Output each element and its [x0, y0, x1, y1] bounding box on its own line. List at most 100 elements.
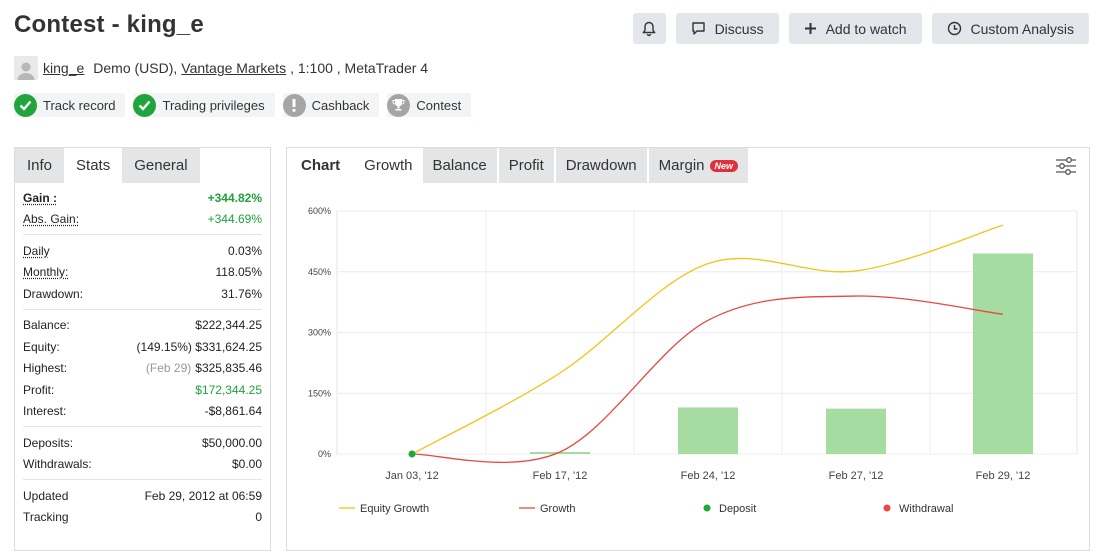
account-leverage-platform: , 1:100 , MetaTrader 4	[290, 60, 429, 76]
legend-item[interactable]: Withdrawal	[883, 503, 954, 515]
custom-analysis-label: Custom Analysis	[970, 20, 1074, 37]
user-link[interactable]: king_e	[43, 60, 84, 76]
badge-cashback[interactable]: Cashback	[282, 93, 380, 117]
stat-label[interactable]: Abs. Gain:	[23, 212, 79, 226]
tab-profit[interactable]: Profit	[498, 148, 554, 183]
tab-general[interactable]: General	[122, 148, 200, 183]
x-tick-label: Feb 27, '12	[829, 470, 884, 482]
clock-icon	[947, 21, 961, 36]
stat-value: $172,344.25	[195, 382, 262, 397]
stat-value: +344.69%	[207, 212, 262, 227]
chart-bar[interactable]	[826, 408, 886, 454]
badge-contest[interactable]: Contest	[387, 93, 472, 117]
y-axis: 0% 150% 300% 450% 600%	[308, 206, 331, 459]
tab-margin[interactable]: Margin New	[648, 148, 749, 183]
stat-label: Interest:	[23, 404, 67, 419]
x-axis: Jan 03, '12 Feb 17, '12 Feb 24, '12 Feb 27,…	[385, 470, 1030, 482]
y-tick-label: 300%	[308, 328, 331, 338]
avatar[interactable]	[14, 56, 38, 80]
stat-label: Balance:	[23, 318, 70, 333]
tab-info[interactable]: Info	[15, 148, 65, 183]
legend-item[interactable]: Growth	[519, 503, 575, 515]
legend-label: Withdrawal	[899, 503, 953, 515]
badge-track-record[interactable]: Track record	[14, 93, 126, 117]
stat-value: $222,344.25	[195, 318, 262, 333]
broker-link[interactable]: Vantage Markets	[181, 60, 286, 76]
stats-panel: Info Stats General Gain : +344.82% Abs. G…	[14, 147, 271, 551]
trophy-icon	[387, 93, 411, 117]
legend-item[interactable]: Deposit	[703, 503, 757, 515]
stat-value-group: (149.15%) $331,624.25	[137, 340, 262, 354]
stat-label: Highest:	[23, 361, 68, 376]
x-tick-label: Feb 24, '12	[681, 470, 736, 482]
notifications-button[interactable]	[632, 13, 666, 44]
add-to-watch-button[interactable]: Add to watch	[788, 13, 922, 44]
divider	[23, 426, 262, 427]
stat-monthly: Monthly: 118.05%	[23, 262, 262, 284]
new-badge: New	[709, 159, 739, 172]
stat-value: 0	[255, 510, 262, 525]
add-to-watch-label: Add to watch	[825, 20, 907, 37]
y-tick-label: 0%	[318, 449, 331, 459]
stat-balance: Balance: $222,344.25	[23, 315, 262, 337]
tab-growth[interactable]: Growth	[354, 148, 423, 183]
divider	[23, 234, 262, 235]
legend-label: Deposit	[719, 503, 756, 515]
badge-label: Contest	[416, 97, 462, 113]
top-actions: Discuss Add to watch Custom Analysis	[632, 13, 1089, 44]
stat-label[interactable]: Daily	[23, 244, 50, 258]
chart-panel: Chart Growth Balance Profit Drawdown Mar…	[286, 147, 1090, 551]
stat-interest: Interest: -$8,861.64	[23, 401, 262, 423]
legend-label: Growth	[540, 503, 575, 515]
chart-bar[interactable]	[678, 407, 738, 454]
stat-drawdown: Drawdown: 31.76%	[23, 283, 262, 305]
stat-value: -$8,861.64	[204, 404, 262, 419]
stat-value: $331,624.25	[195, 339, 262, 354]
tab-balance[interactable]: Balance	[422, 148, 497, 183]
exclamation-icon	[282, 93, 306, 117]
stat-equity: Equity: (149.15%) $331,624.25	[23, 336, 262, 358]
chart-legend: Equity Growth Growth Deposit Withdrawal	[339, 503, 953, 515]
discuss-button[interactable]: Discuss	[675, 13, 779, 44]
legend-swatch	[883, 504, 891, 512]
stat-label: Deposits:	[23, 435, 74, 450]
stat-value: $50,000.00	[201, 435, 262, 450]
legend-item[interactable]: Equity Growth	[339, 503, 429, 515]
stat-highest: Highest: (Feb 29) $325,835.46	[23, 358, 262, 380]
stat-value: $0.00	[231, 457, 262, 472]
user-icon	[17, 62, 35, 80]
tab-stats[interactable]: Stats	[64, 148, 123, 183]
stat-value: $325,835.46	[195, 361, 262, 376]
stat-label: Drawdown:	[23, 286, 84, 301]
growth-chart[interactable]: 0% 150% 300% 450% 600% Jan 03, '12 Feb 17, '1…	[287, 183, 1089, 549]
stat-value: 31.76%	[221, 286, 262, 301]
stat-label: Updated	[23, 488, 69, 503]
account-type: Demo (USD),	[93, 60, 178, 76]
badge-list: Track record Trading privileges Cashback…	[14, 93, 472, 117]
comment-icon	[691, 22, 705, 35]
stat-daily: Daily 0.03%	[23, 240, 262, 262]
stat-label: Withdrawals:	[23, 457, 92, 472]
stat-gain: Gain : +344.82%	[23, 187, 262, 209]
chart-markers	[408, 450, 416, 458]
stat-label[interactable]: Gain :	[23, 191, 57, 205]
badge-trading-privileges[interactable]: Trading privileges	[133, 93, 275, 117]
stat-note: (149.15%)	[136, 339, 192, 354]
stat-label: Tracking	[23, 510, 69, 525]
stat-value: +344.82%	[207, 190, 262, 205]
account-info: king_e Demo (USD), Vantage Markets , 1:1…	[14, 56, 428, 80]
badge-label: Trading privileges	[162, 97, 265, 113]
stat-label[interactable]: Monthly:	[23, 265, 68, 279]
x-tick-label: Jan 03, '12	[385, 470, 438, 482]
marker-point[interactable]	[408, 450, 416, 458]
stats-list: Gain : +344.82% Abs. Gain: +344.69% Daily 0…	[15, 183, 270, 528]
tab-margin-label: Margin	[658, 157, 705, 174]
custom-analysis-button[interactable]: Custom Analysis	[931, 13, 1089, 44]
stat-label: Profit:	[23, 382, 55, 397]
chart-bar[interactable]	[973, 253, 1033, 454]
stat-profit: Profit: $172,344.25	[23, 379, 262, 401]
divider	[23, 479, 262, 480]
tab-chart[interactable]: Chart	[287, 148, 355, 183]
tab-drawdown[interactable]: Drawdown	[555, 148, 647, 183]
chart-settings-button[interactable]	[1055, 156, 1077, 179]
